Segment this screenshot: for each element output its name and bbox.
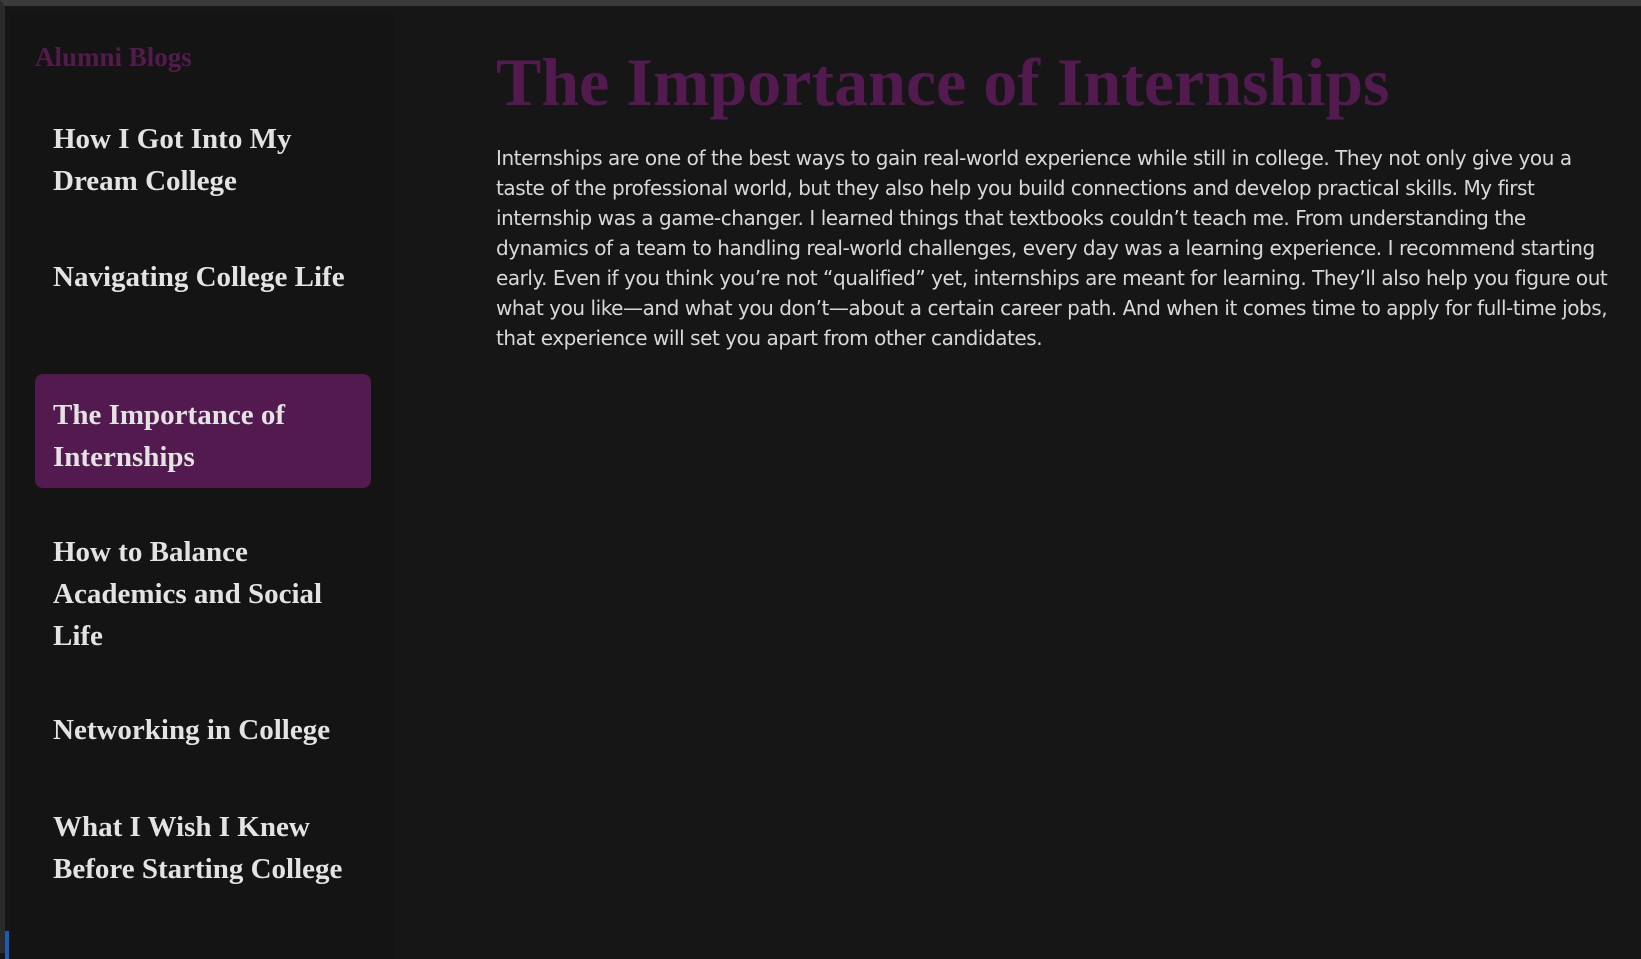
sidebar-item-internships[interactable]: The Importance of Internships [35, 374, 371, 488]
article-pane: The Importance of Internships Internship… [394, 12, 1641, 959]
sidebar-item-navigating-college-life[interactable]: Navigating College Life [35, 256, 371, 298]
article-title: The Importance of Internships [496, 44, 1390, 120]
sidebar-item-dream-college[interactable]: How I Got Into My Dream College [35, 118, 371, 202]
sidebar-item-what-i-wish-i-knew[interactable]: What I Wish I Knew Before Starting Colle… [35, 806, 371, 890]
sidebar-item-label: How I Got Into My Dream College [53, 123, 292, 197]
sidebar-item-label: How to Balance Academics and Social Life [53, 536, 323, 652]
sidebar-item-label: What I Wish I Knew Before Starting Colle… [53, 811, 343, 885]
taskbar-edge [5, 931, 9, 959]
sidebar-title: Alumni Blogs [35, 42, 192, 72]
sidebar-item-label: Navigating College Life [53, 261, 345, 293]
sidebar: Alumni Blogs How I Got Into My Dream Col… [10, 12, 394, 959]
app-window: Alumni Blogs How I Got Into My Dream Col… [0, 0, 1641, 959]
sidebar-item-label: Networking in College [53, 714, 331, 746]
sidebar-item-networking[interactable]: Networking in College [35, 709, 371, 751]
sidebar-item-balance-academics[interactable]: How to Balance Academics and Social Life [35, 531, 371, 657]
article-body: Internships are one of the best ways to … [496, 146, 1608, 350]
sidebar-item-label: The Importance of Internships [53, 399, 285, 473]
